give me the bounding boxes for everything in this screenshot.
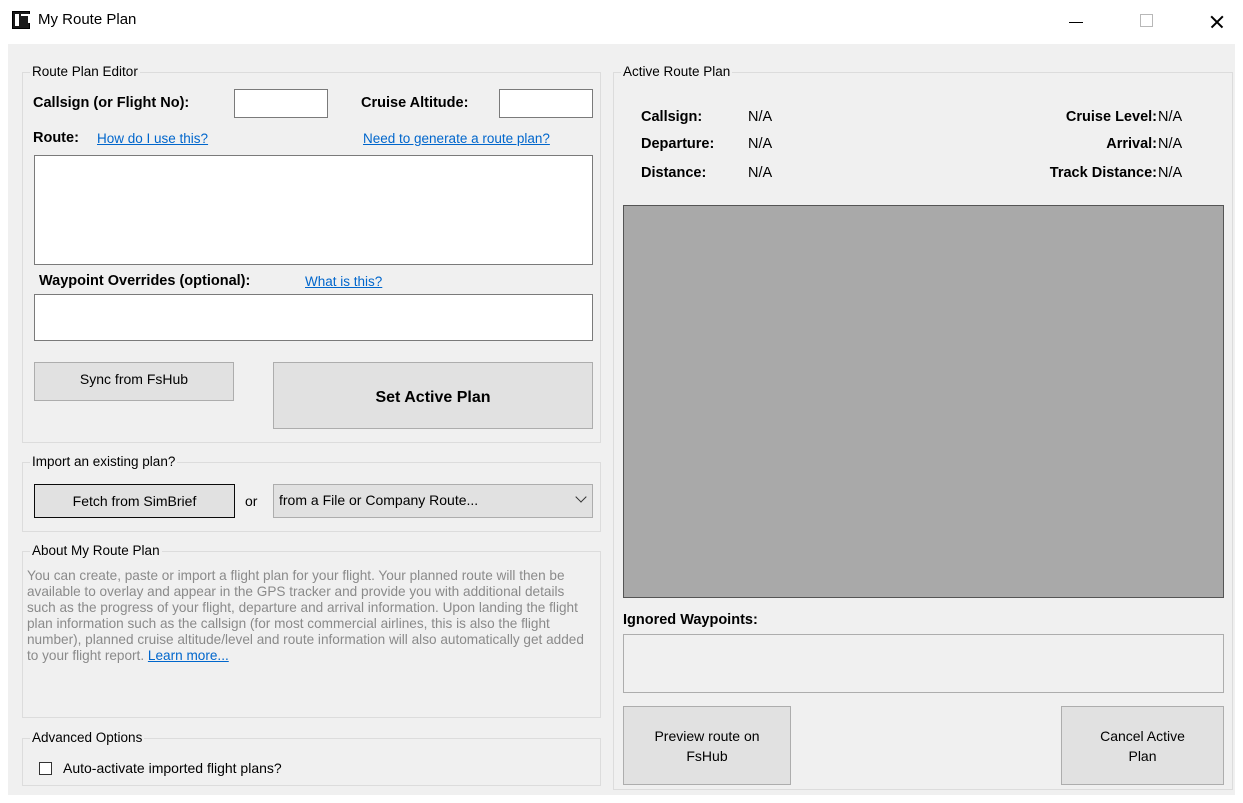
route-plan-editor-group: Route Plan Editor Callsign (or Flight No… (22, 64, 601, 443)
title-bar: My Route Plan (0, 0, 1243, 44)
minimize-icon[interactable] (1053, 0, 1099, 44)
waypoint-overrides-label: Waypoint Overrides (optional): (39, 273, 251, 289)
window-title: My Route Plan (38, 11, 137, 28)
active-arrival-label: Arrival: (1106, 136, 1157, 152)
maximize-icon[interactable] (1123, 0, 1169, 44)
app-logo-icon (12, 11, 30, 29)
set-active-plan-button[interactable]: Set Active Plan (273, 362, 593, 429)
active-track-distance-value: N/A (1158, 165, 1183, 181)
route-map-view[interactable] (623, 205, 1224, 598)
active-callsign-value: N/A (748, 109, 773, 125)
active-track-distance-label: Track Distance: (1049, 165, 1157, 181)
route-plan-editor-title: Route Plan Editor (30, 64, 140, 80)
about-description: You can create, paste or import a flight… (27, 568, 587, 664)
route-help-link[interactable]: How do I use this? (97, 130, 208, 148)
window-client-area: Route Plan Editor Callsign (or Flight No… (8, 44, 1235, 795)
callsign-label: Callsign (or Flight No): (33, 95, 190, 111)
import-source-value: from a File or Company Route... (279, 492, 479, 508)
active-distance-label: Distance: (641, 165, 707, 181)
import-plan-group: Import an existing plan? Fetch from SimB… (22, 454, 601, 532)
import-source-select[interactable]: from a File or Company Route... (273, 484, 593, 518)
sync-from-fshub-button[interactable]: Sync from FsHub (34, 362, 234, 401)
cruise-altitude-label: Cruise Altitude: (361, 95, 469, 111)
active-cruise-level-value: N/A (1158, 109, 1183, 125)
advanced-options-group: Advanced Options Auto-activate imported … (22, 730, 601, 786)
ignored-waypoints-label: Ignored Waypoints: (623, 612, 758, 628)
import-plan-title: Import an existing plan? (30, 454, 178, 470)
active-route-plan-group: Active Route Plan Callsign: N/A Departur… (613, 64, 1233, 790)
active-distance-value: N/A (748, 165, 773, 181)
or-label: or (245, 493, 258, 509)
about-group: About My Route Plan You can create, past… (22, 543, 601, 718)
active-callsign-label: Callsign: (641, 109, 703, 125)
about-text: You can create, paste or import a flight… (27, 568, 584, 663)
active-route-plan-title: Active Route Plan (621, 64, 733, 80)
learn-more-link[interactable]: Learn more... (148, 648, 229, 663)
active-departure-label: Departure: (641, 136, 715, 152)
advanced-options-title: Advanced Options (30, 730, 145, 746)
active-arrival-value: N/A (1158, 136, 1183, 152)
close-icon[interactable] (1193, 0, 1239, 44)
waypoint-overrides-textarea[interactable] (34, 294, 593, 341)
route-label: Route: (33, 130, 79, 146)
chevron-down-icon (575, 491, 587, 503)
active-cruise-level-label: Cruise Level: (1065, 109, 1157, 125)
preview-route-button[interactable]: Preview route on FsHub (623, 706, 791, 785)
about-title: About My Route Plan (30, 543, 162, 559)
ignored-waypoints-box (623, 634, 1224, 693)
cruise-altitude-input[interactable] (499, 89, 593, 118)
callsign-input[interactable] (234, 89, 328, 118)
auto-activate-checkbox[interactable] (39, 762, 52, 775)
active-departure-value: N/A (748, 136, 773, 152)
waypoint-help-link[interactable]: What is this? (305, 273, 382, 291)
route-textarea[interactable] (34, 155, 593, 265)
generate-route-link[interactable]: Need to generate a route plan? (363, 130, 550, 148)
cancel-active-plan-button[interactable]: Cancel Active Plan (1061, 706, 1224, 785)
fetch-simbrief-button[interactable]: Fetch from SimBrief (34, 484, 235, 518)
auto-activate-label: Auto-activate imported flight plans? (63, 760, 282, 776)
